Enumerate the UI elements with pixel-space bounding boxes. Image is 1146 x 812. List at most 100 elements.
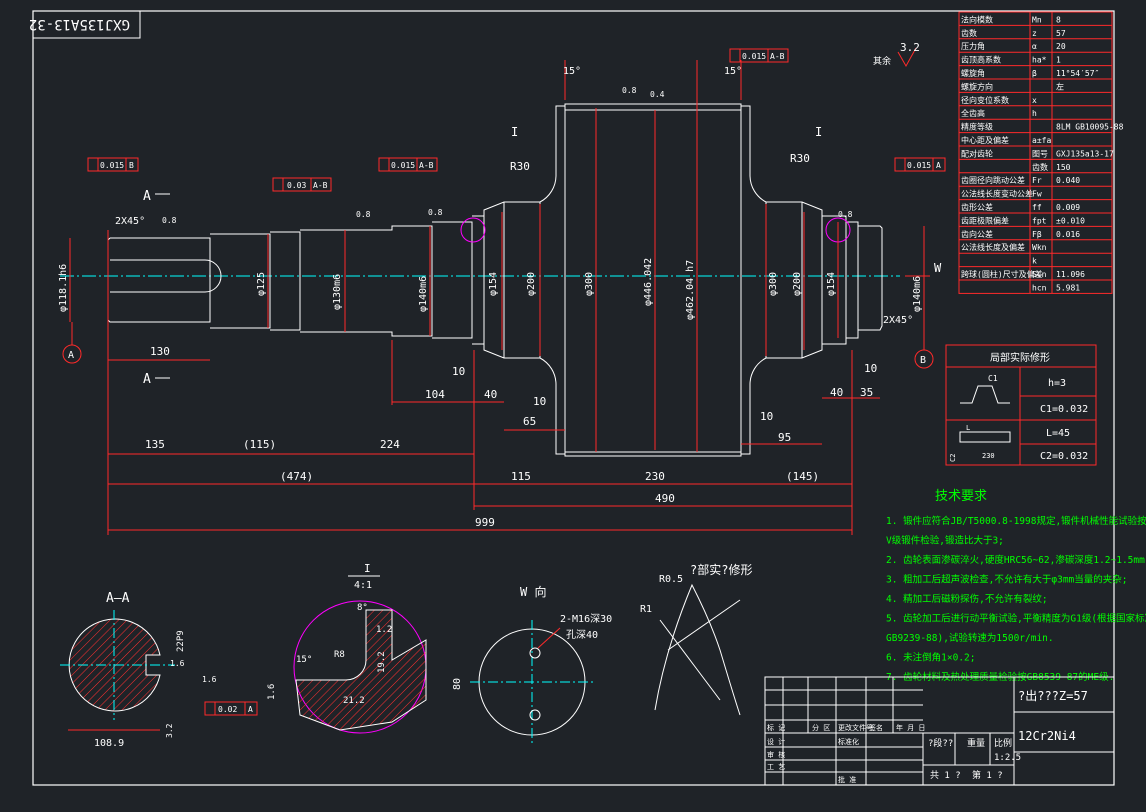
svg-text:1.2: 1.2	[376, 625, 392, 635]
svg-text:0.8: 0.8	[428, 208, 443, 217]
svg-text:1.6: 1.6	[170, 659, 185, 668]
param-cell: 径向变位系数	[961, 95, 1009, 105]
surface-value: 3.2	[900, 41, 920, 54]
svg-text:0.015: 0.015	[100, 161, 124, 170]
svg-text:φ140m6: φ140m6	[912, 276, 923, 312]
param-cell: ff	[1032, 203, 1042, 212]
svg-text:10: 10	[452, 365, 465, 378]
svg-text:设 计: 设 计	[767, 737, 785, 746]
param-cell: 齿数	[1032, 162, 1048, 172]
svg-text:φ200: φ200	[526, 272, 537, 296]
svg-text:A-B: A-B	[419, 161, 434, 170]
svg-text:φ154: φ154	[488, 272, 499, 296]
svg-text:15°: 15°	[296, 655, 312, 665]
svg-text:φ200: φ200	[792, 272, 803, 296]
svg-text:40: 40	[484, 388, 497, 401]
tech-req-item: 5. 齿轮加工后进行动平衡试验,平衡精度为G1级(根据国家标准	[886, 613, 1146, 625]
svg-text:230: 230	[982, 452, 995, 460]
param-cell: 配对齿轮	[961, 148, 993, 158]
svg-text:工 艺: 工 艺	[767, 763, 785, 771]
param-cell: Wkn	[1032, 243, 1047, 252]
svg-text:21.2: 21.2	[343, 696, 365, 706]
svg-text:?出???Z=57: ?出???Z=57	[1018, 689, 1088, 703]
tech-req-item: 6. 未注倒角1×0.2;	[886, 652, 975, 664]
param-cell: x	[1032, 96, 1037, 105]
tech-req-item: GB9239-88),试验转速为1500r/min.	[886, 632, 1054, 644]
param-cell: 齿距极限偏差	[961, 215, 1009, 225]
param-cell: ±0.010	[1056, 216, 1085, 225]
svg-text:孔深40: 孔深40	[566, 629, 598, 641]
svg-text:10: 10	[760, 410, 773, 423]
param-cell: Scn	[1032, 270, 1047, 279]
svg-text:0.015: 0.015	[907, 161, 931, 170]
svg-text:共 1 ?: 共 1 ?	[930, 770, 961, 781]
svg-text:2-M16深30: 2-M16深30	[560, 613, 612, 625]
svg-text:0.03: 0.03	[287, 181, 306, 190]
param-cell: hcn	[1032, 283, 1047, 292]
svg-text:C2: C2	[949, 454, 957, 462]
param-cell: 左	[1056, 81, 1064, 91]
svg-text:重量: 重量	[967, 737, 985, 749]
param-cell: 压力角	[961, 41, 985, 51]
svg-text:R30: R30	[790, 152, 810, 165]
param-cell: 齿数	[961, 28, 977, 38]
svg-text:115: 115	[511, 470, 531, 483]
svg-text:B: B	[129, 161, 134, 170]
svg-text:更改文件号: 更改文件号	[838, 723, 873, 732]
svg-text:批 准: 批 准	[838, 775, 856, 784]
svg-text:(115): (115)	[243, 438, 276, 451]
svg-text:B: B	[920, 355, 926, 366]
svg-text:40: 40	[830, 386, 843, 399]
svg-text:φ140m6: φ140m6	[418, 276, 429, 312]
param-cell: 0.040	[1056, 176, 1080, 185]
svg-text:?段??: ?段??	[928, 737, 953, 749]
svg-text:490: 490	[655, 492, 675, 505]
param-cell: 齿向公差	[961, 229, 993, 239]
svg-text:108.9: 108.9	[94, 738, 124, 749]
param-cell: 11°54′57″	[1056, 69, 1099, 78]
svg-text:224: 224	[380, 438, 400, 451]
svg-text:W 向: W 向	[520, 584, 546, 599]
param-cell: 0.009	[1056, 203, 1080, 212]
param-cell: ha*	[1032, 56, 1047, 65]
param-cell: 公法线长度及偏差	[961, 242, 1025, 252]
svg-text:标 记: 标 记	[767, 723, 785, 732]
param-cell: 齿形公差	[961, 202, 993, 212]
param-cell: 11.096	[1056, 270, 1085, 279]
svg-text:0.02: 0.02	[218, 705, 237, 714]
svg-text:L=45: L=45	[1046, 428, 1070, 439]
detail-i-left: I	[511, 125, 518, 139]
svg-text:?部实?修形: ?部实?修形	[690, 562, 752, 577]
svg-text:φ300: φ300	[768, 272, 779, 296]
svg-text:135: 135	[145, 438, 165, 451]
svg-text:1.6: 1.6	[202, 675, 217, 684]
param-cell: 20	[1056, 42, 1066, 51]
param-cell: Fw	[1032, 190, 1042, 199]
svg-text:第 1 ?: 第 1 ?	[972, 769, 1003, 781]
svg-text:104: 104	[425, 388, 445, 401]
svg-text:(474): (474)	[280, 470, 313, 483]
svg-text:0.8: 0.8	[838, 210, 853, 219]
param-cell: z	[1032, 29, 1037, 38]
title-tag-text: GXJ135A13-32	[29, 16, 130, 32]
param-cell: 齿圈径向跳动公差	[961, 175, 1025, 185]
svg-text:0.015: 0.015	[391, 161, 415, 170]
w-direction-label: W	[934, 261, 942, 275]
svg-text:C1=0.032: C1=0.032	[1040, 404, 1088, 415]
svg-text:35: 35	[860, 386, 873, 399]
svg-text:10: 10	[864, 362, 877, 375]
tech-req-item: 2. 齿轮表面渗碳淬火,硬度HRC56~62,渗碳深度1.2~1.5mm;	[886, 554, 1146, 566]
svg-text:φ154: φ154	[826, 272, 837, 296]
param-cell: 齿顶高系数	[961, 55, 1001, 65]
param-cell: 螺旋角	[961, 68, 985, 78]
param-cell: 螺旋方向	[961, 81, 993, 91]
param-cell: 5.981	[1056, 283, 1080, 292]
svg-text:R0.5: R0.5	[659, 574, 683, 585]
detail-i-right: I	[815, 125, 822, 139]
param-cell: 57	[1056, 29, 1066, 38]
param-cell: 法向模数	[961, 14, 993, 24]
param-cell: Fr	[1032, 176, 1042, 185]
surface-note: 其余	[873, 55, 891, 67]
svg-text:标准化: 标准化	[838, 737, 859, 746]
svg-text:审 核: 审 核	[767, 750, 785, 759]
